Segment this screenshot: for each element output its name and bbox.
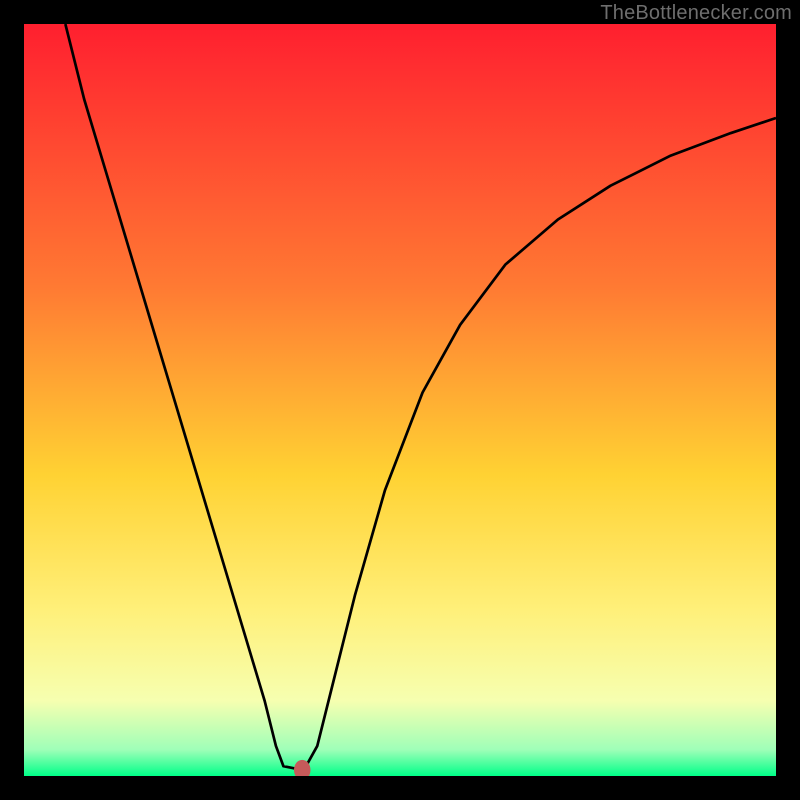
chart-canvas	[24, 24, 776, 776]
watermark-text: TheBottlenecker.com	[600, 2, 792, 25]
gradient-background	[24, 24, 776, 776]
chart-frame: TheBottlenecker.com	[0, 0, 800, 800]
